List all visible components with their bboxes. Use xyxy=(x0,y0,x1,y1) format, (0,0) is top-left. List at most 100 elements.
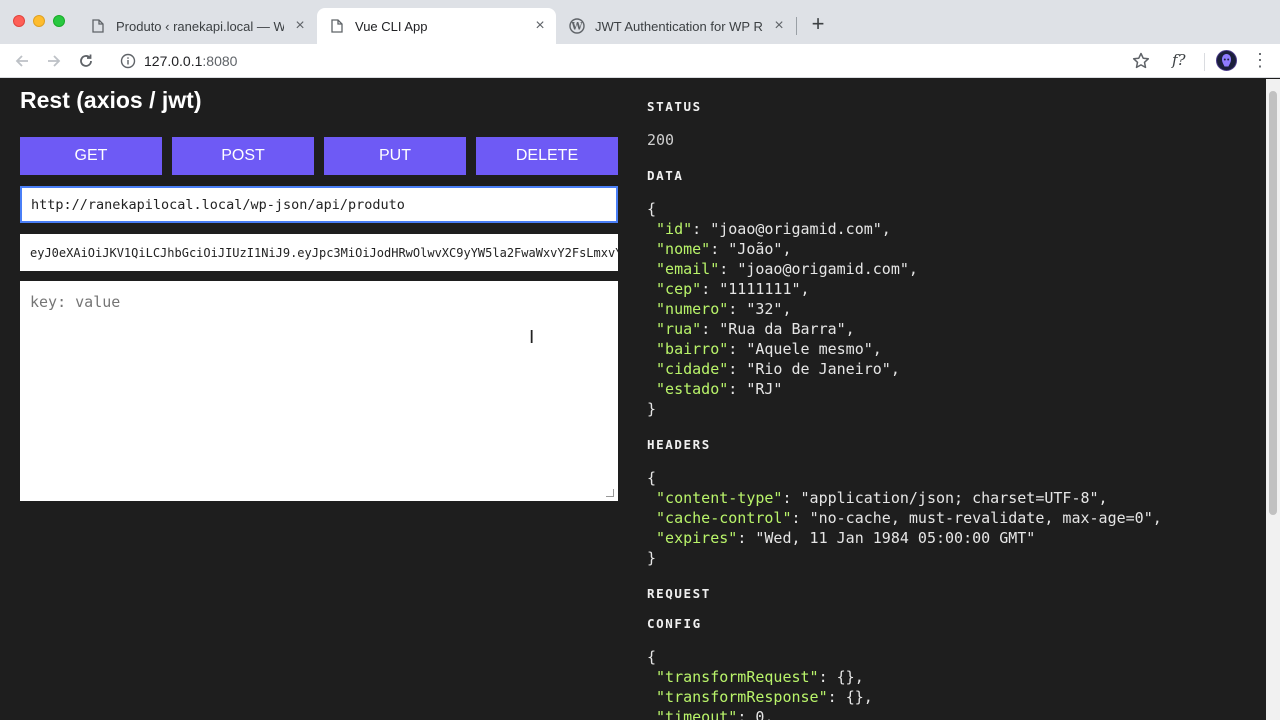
body-textarea[interactable]: key: value xyxy=(20,281,618,501)
close-tab-icon[interactable]: × xyxy=(532,18,548,34)
json-open-brace: { xyxy=(647,469,657,487)
json-value: "no-cache, must-revalidate, max-age=0", xyxy=(809,509,1162,527)
browser-menu-icon[interactable]: ⋮ xyxy=(1251,51,1269,71)
json-value: "32", xyxy=(746,300,792,318)
json-line: "rua": "Rua da Barra", xyxy=(656,320,855,338)
delete-button[interactable]: DELETE xyxy=(476,137,618,175)
maximize-window-button[interactable] xyxy=(53,15,65,27)
address-bar[interactable]: 127.0.0.1:8080 xyxy=(110,47,1164,75)
page-scrollbar[interactable] xyxy=(1266,79,1280,720)
json-key: "content-type" xyxy=(656,489,783,507)
document-icon xyxy=(90,18,106,34)
json-value: "Wed, 11 Jan 1984 05:00:00 GMT" xyxy=(755,529,1036,547)
url-port: :8080 xyxy=(202,53,238,69)
document-icon xyxy=(329,18,345,34)
app-page: Rest (axios / jwt) GET POST PUT DELETE h… xyxy=(0,79,1266,720)
json-line: "transformRequest": {}, xyxy=(656,668,864,686)
json-line: "cep": "1111111", xyxy=(656,280,810,298)
tab-produto[interactable]: Produto ‹ ranekapi.local — Wo × xyxy=(78,8,316,44)
json-line: "expires": "Wed, 11 Jan 1984 05:00:00 GM… xyxy=(656,529,1036,547)
extension-fx-icon[interactable]: f? xyxy=(1172,51,1186,69)
tab-title: Produto ‹ ranekapi.local — Wo xyxy=(116,18,284,34)
text-cursor-icon: I xyxy=(529,327,535,348)
json-key: "estado" xyxy=(656,380,729,398)
scrollbar-thumb[interactable] xyxy=(1269,91,1277,515)
json-key: "email" xyxy=(656,260,720,278)
close-tab-icon[interactable]: × xyxy=(771,18,787,34)
json-key: "timeout" xyxy=(656,708,738,720)
json-key: "cache-control" xyxy=(656,509,792,527)
json-key: "cidade" xyxy=(656,360,729,378)
json-key: "transformResponse" xyxy=(656,688,828,706)
json-close-brace: } xyxy=(647,400,657,418)
back-arrow-icon[interactable] xyxy=(10,49,34,73)
json-value: "Rio de Janeiro", xyxy=(746,360,900,378)
status-value: 200 xyxy=(647,131,675,149)
json-value: "João", xyxy=(728,240,792,258)
textarea-resize-handle[interactable] xyxy=(606,489,614,497)
json-line: "numero": "32", xyxy=(656,300,792,318)
json-value: "Aquele mesmo", xyxy=(746,340,882,358)
json-line: "transformResponse": {}, xyxy=(656,688,873,706)
method-buttons: GET POST PUT DELETE xyxy=(20,137,618,175)
tab-separator xyxy=(796,17,797,35)
profile-avatar[interactable] xyxy=(1216,50,1237,71)
json-value: "Rua da Barra", xyxy=(719,320,855,338)
wordpress-icon: W xyxy=(569,18,585,34)
json-line: "estado": "RJ" xyxy=(656,380,783,398)
json-open-brace: { xyxy=(647,648,657,666)
json-key: "numero" xyxy=(656,300,729,318)
browser-toolbar: 127.0.0.1:8080 f? ⋮ xyxy=(0,44,1280,78)
data-heading: DATA xyxy=(647,168,684,183)
page-title: Rest (axios / jwt) xyxy=(20,87,202,113)
close-window-button[interactable] xyxy=(13,15,25,27)
new-tab-button[interactable]: + xyxy=(806,13,830,37)
json-line: "bairro": "Aquele mesmo", xyxy=(656,340,882,358)
json-value: "RJ" xyxy=(746,380,783,398)
json-line: "cidade": "Rio de Janeiro", xyxy=(656,360,900,378)
url-host: 127.0.0.1 xyxy=(144,53,203,69)
json-open-brace: { xyxy=(647,200,657,218)
json-value: 0, xyxy=(755,708,774,720)
json-value: {}, xyxy=(836,668,864,686)
json-value: "1111111", xyxy=(719,280,810,298)
json-key: "id" xyxy=(656,220,693,238)
info-icon[interactable] xyxy=(120,53,136,69)
token-input[interactable]: eyJ0eXAiOiJKV1QiLCJhbGciOiJIUzI1NiJ9.eyJ… xyxy=(20,234,618,271)
json-value: {}, xyxy=(845,688,873,706)
url-input[interactable]: http://ranekapilocal.local/wp-json/api/p… xyxy=(20,186,618,223)
json-line: "email": "joao@origamid.com", xyxy=(656,260,918,278)
json-value: "joao@origamid.com", xyxy=(710,220,891,238)
reload-icon[interactable] xyxy=(74,49,98,73)
headers-json: { "content-type": "application/json; cha… xyxy=(647,468,1162,568)
get-button[interactable]: GET xyxy=(20,137,162,175)
toolbar-separator xyxy=(1204,53,1205,71)
status-heading: STATUS xyxy=(647,99,702,114)
json-key: "transformRequest" xyxy=(656,668,819,686)
json-value: "application/json; charset=UTF-8", xyxy=(800,489,1108,507)
config-heading: CONFIG xyxy=(647,616,702,631)
tab-jwt-authentication[interactable]: W JWT Authentication for WP REST × xyxy=(557,8,795,44)
data-json: { "id": "joao@origamid.com", "nome": "Jo… xyxy=(647,199,918,419)
tab-title: JWT Authentication for WP REST xyxy=(595,18,763,34)
json-close-brace: } xyxy=(647,549,657,567)
close-tab-icon[interactable]: × xyxy=(292,18,308,34)
minimize-window-button[interactable] xyxy=(33,15,45,27)
bookmark-star-icon[interactable] xyxy=(1131,51,1151,71)
json-key: "nome" xyxy=(656,240,711,258)
post-button[interactable]: POST xyxy=(172,137,314,175)
request-heading: REQUEST xyxy=(647,586,711,601)
svg-text:W: W xyxy=(570,22,583,33)
tab-title: Vue CLI App xyxy=(355,18,428,34)
json-line: "nome": "João", xyxy=(656,240,792,258)
tab-vue-cli-app[interactable]: Vue CLI App × xyxy=(317,8,556,44)
json-value: "joao@origamid.com", xyxy=(737,260,918,278)
headers-heading: HEADERS xyxy=(647,437,711,452)
browser-tab-bar: Produto ‹ ranekapi.local — Wo × Vue CLI … xyxy=(0,0,1280,44)
forward-arrow-icon[interactable] xyxy=(42,49,66,73)
put-button[interactable]: PUT xyxy=(324,137,466,175)
json-line: "id": "joao@origamid.com", xyxy=(656,220,891,238)
address-url: 127.0.0.1:8080 xyxy=(144,53,237,69)
json-key: "bairro" xyxy=(656,340,729,358)
json-key: "expires" xyxy=(656,529,738,547)
